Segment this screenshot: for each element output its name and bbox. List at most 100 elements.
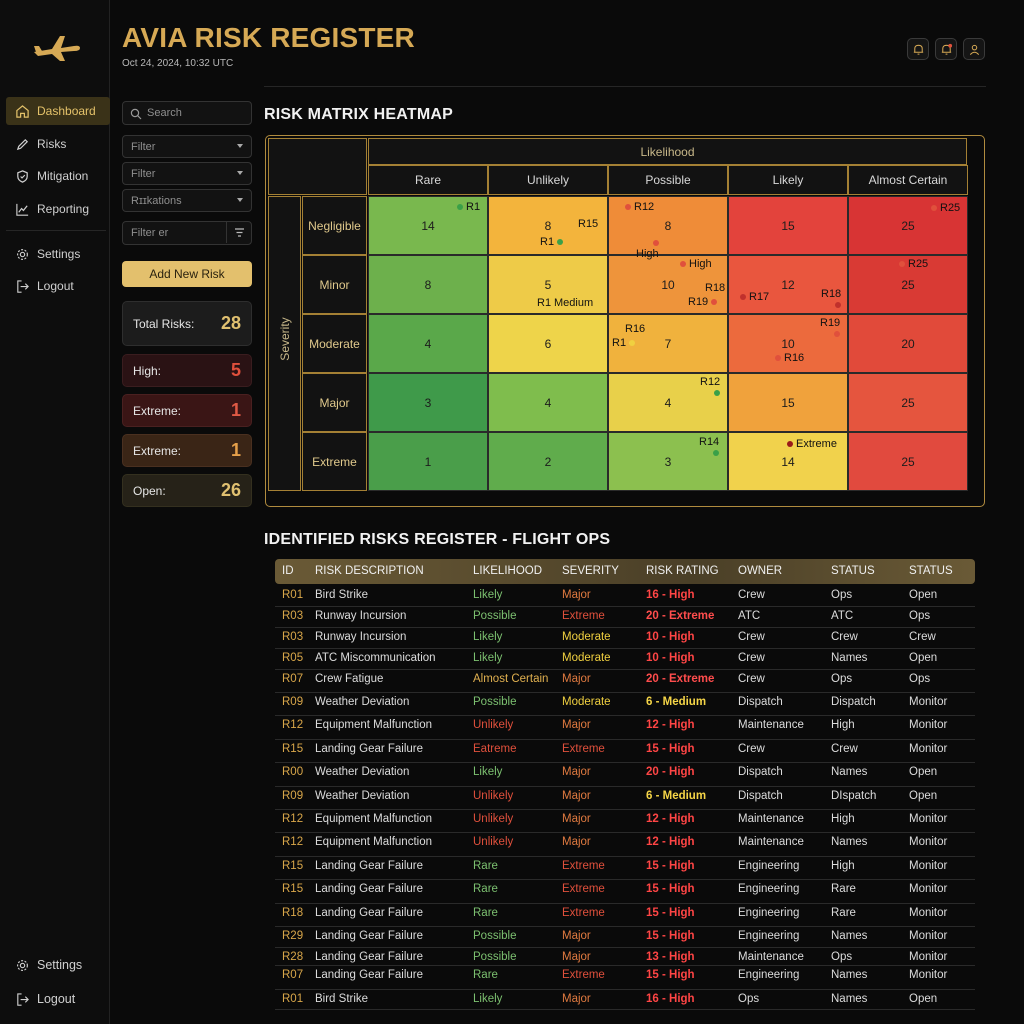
cell-s2: Monitor — [909, 743, 948, 755]
cell-s2: Monitor — [909, 696, 948, 708]
matrix-cell[interactable]: 8 — [368, 255, 488, 314]
table-row[interactable]: R12 Equipment Malfunction Unlikely Major 12 … — [275, 810, 975, 833]
cell-s2: Monitor — [909, 813, 948, 825]
nav-item-settings-bottom[interactable]: Settings — [6, 951, 110, 979]
cell-id: R09 — [282, 790, 304, 802]
matrix-risk-marker[interactable]: Medium — [554, 297, 593, 309]
nav-item-label: Mitigation — [37, 169, 89, 183]
cell-id: R15 — [282, 883, 304, 895]
matrix-cell[interactable]: 4 — [368, 314, 488, 373]
filter-dropdown-3[interactable]: Rɪɪkations — [122, 189, 252, 212]
matrix-cell[interactable]: 2 — [488, 432, 608, 491]
cell-s1: High — [831, 719, 855, 731]
cell-lik: Rare — [473, 860, 498, 872]
cell-rating: 16 - High — [646, 589, 695, 601]
marker-dot-icon — [557, 239, 564, 245]
matrix-row-label: Minor — [302, 255, 367, 314]
cell-s2: Open — [909, 589, 938, 601]
matrix-cell[interactable]: 3 — [368, 373, 488, 432]
table-row[interactable]: R29 Landing Gear Failure Possible Major 15 -… — [275, 927, 975, 948]
matrix-risk-marker[interactable]: R19 — [820, 317, 841, 337]
marker-label: R1 — [612, 337, 627, 349]
filter-button[interactable] — [226, 222, 251, 243]
table-row[interactable]: R01 Bird Strike Likely Major 16 - High Ops Nam… — [275, 990, 975, 1010]
matrix-risk-marker[interactable]: R19 — [688, 296, 718, 308]
cell-rating: 15 - High — [646, 743, 695, 755]
cell-owner: ATC — [738, 610, 761, 622]
matrix-risk-marker[interactable]: High — [680, 258, 712, 270]
matrix-cell[interactable]: 25 — [848, 373, 968, 432]
matrix-risk-marker[interactable]: R25 — [931, 202, 960, 214]
matrix-risk-marker[interactable]: R16 — [775, 352, 804, 364]
table-row[interactable]: R15 Landing Gear Failure Rare Extreme 15 - H… — [275, 857, 975, 880]
matrix-risk-marker[interactable]: R12 — [625, 201, 654, 213]
matrix-risk-marker[interactable]: High — [636, 240, 659, 260]
cell-s2: Monitor — [909, 951, 948, 963]
matrix-risk-marker[interactable]: R16 — [625, 323, 645, 335]
matrix-risk-marker[interactable]: R1 — [457, 201, 480, 213]
table-row[interactable]: R07 Landing Gear Failure Rare Extreme 15 - H… — [275, 966, 975, 990]
nav-item-dashboard[interactable]: Dashboard — [6, 97, 110, 125]
notifications-button[interactable] — [907, 38, 929, 60]
nav-item-settings[interactable]: Settings — [6, 240, 110, 268]
matrix-row-label: Extreme — [302, 432, 367, 491]
cell-lik: Likely — [473, 766, 503, 778]
matrix-cell[interactable]: 4 — [488, 373, 608, 432]
alerts-button[interactable] — [935, 38, 957, 60]
filter-input[interactable]: Filter er — [122, 221, 252, 245]
nav-item-logout[interactable]: Logout — [6, 272, 110, 300]
filter-dropdown-2[interactable]: Filter — [122, 162, 252, 185]
table-row[interactable]: R03 Runway Incursion Likely Moderate 10 - Hi… — [275, 628, 975, 649]
table-row[interactable]: R00 Weather Deviation Likely Major 20 - High… — [275, 763, 975, 787]
table-row[interactable]: R15 Landing Gear Failure Rare Extreme 15 - H… — [275, 880, 975, 904]
matrix-cell-value: 2 — [544, 454, 552, 469]
cell-sev: Extreme — [562, 907, 605, 919]
table-row[interactable]: R05 ATC Miscommunication Likely Moderate 10 … — [275, 649, 975, 670]
nav-item-risks[interactable]: Risks — [6, 130, 110, 158]
matrix-risk-marker[interactable]: R14 — [699, 436, 720, 456]
stat-high: High: 5 — [122, 354, 252, 387]
table-row[interactable]: R07 Crew Fatigue Almost Certain Major 20 - E… — [275, 670, 975, 693]
matrix-risk-marker[interactable]: R1 — [540, 236, 564, 248]
matrix-risk-marker[interactable]: R18 — [821, 288, 842, 308]
bell-alert-icon — [941, 43, 952, 55]
matrix-risk-marker[interactable]: Extreme — [787, 438, 837, 450]
nav-item-label: Settings — [37, 958, 83, 972]
matrix-cell[interactable]: 20 — [848, 314, 968, 373]
table-row[interactable]: R12 Equipment Malfunction Unlikely Major 12 … — [275, 716, 975, 740]
matrix-risk-marker[interactable]: R25 — [899, 258, 928, 270]
matrix-risk-marker[interactable]: R12 — [700, 376, 721, 396]
matrix-cell[interactable]: 15 — [728, 196, 848, 255]
cell-owner: Crew — [738, 673, 765, 685]
cell-owner: Crew — [738, 589, 765, 601]
matrix-cell[interactable]: 6 — [488, 314, 608, 373]
matrix-risk-marker[interactable]: R15 — [578, 218, 598, 230]
matrix-risk-marker[interactable]: R17 — [740, 291, 769, 303]
col-header-status-2: STATUS — [909, 565, 953, 577]
table-row[interactable]: R03 Runway Incursion Possible Extreme 20 - E… — [275, 607, 975, 628]
cell-sev: Major — [562, 930, 591, 942]
nav-item-logout-bottom[interactable]: Logout — [6, 985, 110, 1013]
table-row[interactable]: R09 Weather Deviation Unlikely Major 6 - Med… — [275, 787, 975, 810]
cell-rating: 12 - High — [646, 836, 695, 848]
add-new-risk-button[interactable]: Add New Risk — [122, 261, 252, 287]
table-row[interactable]: R01 Bird Strike Likely Major 16 - High Crew Op… — [275, 586, 975, 607]
matrix-cell[interactable]: 25 — [848, 432, 968, 491]
table-row[interactable]: R18 Landing Gear Failure Rare Extreme 15 - H… — [275, 904, 975, 927]
nav-item-reporting[interactable]: Reporting — [6, 195, 110, 223]
filter-icon — [234, 228, 244, 237]
table-row[interactable]: R12 Equipment Malfunction Unlikely Major 12 … — [275, 833, 975, 857]
table-row[interactable]: R28 Landing Gear Failure Possible Major 13 -… — [275, 948, 975, 966]
matrix-risk-marker[interactable]: R1 — [612, 337, 636, 349]
user-profile-button[interactable] — [963, 38, 985, 60]
search-input[interactable]: Search — [122, 101, 252, 125]
filter-dropdown-1[interactable]: Filter — [122, 135, 252, 158]
chevron-down-icon — [237, 198, 243, 202]
matrix-risk-marker[interactable]: R18 — [705, 282, 725, 294]
matrix-cell[interactable]: 1 — [368, 432, 488, 491]
nav-item-mitigation[interactable]: Mitigation — [6, 162, 110, 190]
table-row[interactable]: R09 Weather Deviation Possible Moderate 6 - … — [275, 693, 975, 716]
table-row[interactable]: R15 Landing Gear Failure Eatreme Extreme 15 … — [275, 740, 975, 763]
marker-label: R17 — [749, 291, 770, 303]
matrix-cell[interactable]: 15 — [728, 373, 848, 432]
